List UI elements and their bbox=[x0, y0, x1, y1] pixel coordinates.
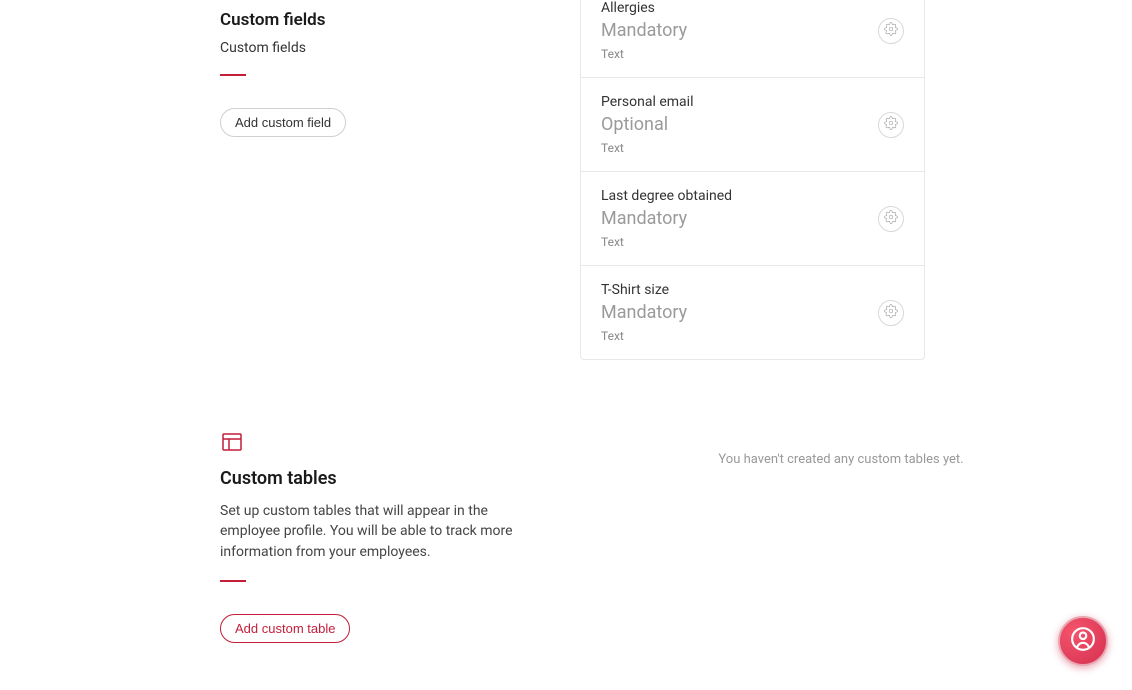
field-name: Allergies bbox=[601, 0, 687, 16]
field-type: Text bbox=[601, 235, 732, 249]
custom-fields-list: Allergies Mandatory Text Personal email … bbox=[580, 0, 925, 360]
custom-tables-title: Custom tables bbox=[220, 468, 540, 489]
field-settings-button[interactable] bbox=[878, 18, 904, 44]
divider bbox=[220, 74, 246, 76]
field-requirement: Optional bbox=[601, 114, 693, 135]
gear-icon bbox=[884, 21, 898, 40]
field-name: Last degree obtained bbox=[601, 188, 732, 204]
field-name: Personal email bbox=[601, 94, 693, 110]
field-requirement: Mandatory bbox=[601, 20, 687, 41]
field-item: Personal email Optional Text bbox=[581, 77, 924, 171]
field-item: Last degree obtained Mandatory Text bbox=[581, 171, 924, 265]
field-settings-button[interactable] bbox=[878, 300, 904, 326]
field-settings-button[interactable] bbox=[878, 206, 904, 232]
field-item: Allergies Mandatory Text bbox=[581, 0, 924, 77]
table-icon bbox=[220, 430, 244, 454]
divider bbox=[220, 580, 246, 582]
custom-fields-title: Custom fields bbox=[220, 10, 540, 30]
help-fab-button[interactable] bbox=[1058, 616, 1108, 666]
field-settings-button[interactable] bbox=[878, 112, 904, 138]
gear-icon bbox=[884, 209, 898, 228]
gear-icon bbox=[884, 115, 898, 134]
field-name: T-Shirt size bbox=[601, 282, 687, 298]
custom-tables-description: Set up custom tables that will appear in… bbox=[220, 501, 540, 562]
custom-tables-empty-message: You haven't created any custom tables ye… bbox=[718, 452, 963, 467]
field-type: Text bbox=[601, 329, 687, 343]
field-item: T-Shirt size Mandatory Text bbox=[581, 265, 924, 359]
custom-fields-subtitle: Custom fields bbox=[220, 40, 540, 56]
add-custom-field-button[interactable]: Add custom field bbox=[220, 108, 346, 137]
user-circle-icon bbox=[1070, 626, 1096, 656]
gear-icon bbox=[884, 303, 898, 322]
field-type: Text bbox=[601, 141, 693, 155]
field-requirement: Mandatory bbox=[601, 302, 687, 323]
field-requirement: Mandatory bbox=[601, 208, 732, 229]
add-custom-table-button[interactable]: Add custom table bbox=[220, 614, 350, 643]
field-type: Text bbox=[601, 47, 687, 61]
